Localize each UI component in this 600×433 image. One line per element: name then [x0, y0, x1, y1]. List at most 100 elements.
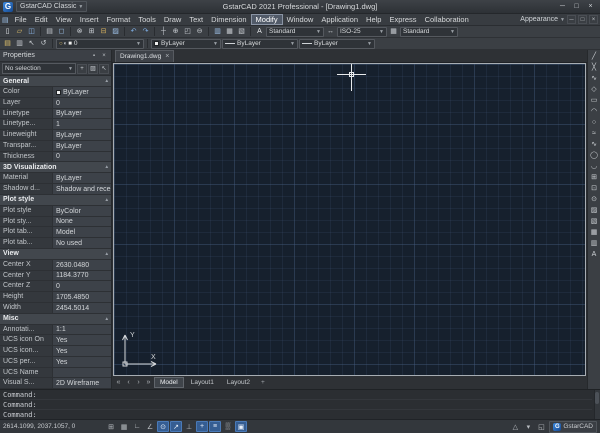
- last-tab-icon[interactable]: »: [144, 379, 153, 386]
- property-row[interactable]: Visual S...2D Wireframe: [0, 378, 111, 389]
- child-close-button[interactable]: ×: [589, 15, 598, 24]
- table-style-combo[interactable]: Standard▼: [400, 27, 458, 37]
- command-line[interactable]: Command:: [3, 410, 592, 420]
- quick-select-icon[interactable]: ▨: [88, 64, 98, 74]
- layer-combo[interactable]: ○◐■ 0 ▼: [56, 39, 144, 49]
- first-tab-icon[interactable]: «: [114, 379, 123, 386]
- menu-item-application[interactable]: Application: [317, 14, 362, 25]
- select-objects-icon[interactable]: ↖: [99, 64, 109, 74]
- polar-toggle[interactable]: ∠: [144, 421, 156, 432]
- menu-item-view[interactable]: View: [52, 14, 76, 25]
- print-icon[interactable]: ▤: [44, 27, 55, 37]
- dim-style-combo[interactable]: ISO-25▼: [337, 27, 387, 37]
- copy-icon[interactable]: ⊞: [86, 27, 97, 37]
- section-header-plot-style[interactable]: Plot style▴: [0, 195, 111, 206]
- property-row[interactable]: ColorByLayer: [0, 87, 111, 98]
- property-row[interactable]: Shadow d...Shadow and rece...: [0, 184, 111, 195]
- osnap-toggle[interactable]: ⊙: [157, 421, 169, 432]
- menu-item-tools[interactable]: Tools: [134, 14, 160, 25]
- cut-icon[interactable]: ⊗: [74, 27, 85, 37]
- pin-icon[interactable]: ▪: [90, 52, 98, 60]
- scrollbar-thumb[interactable]: [595, 392, 599, 404]
- property-row[interactable]: Center X2630.0480: [0, 260, 111, 271]
- menu-item-text[interactable]: Text: [185, 14, 207, 25]
- property-row[interactable]: MaterialByLayer: [0, 173, 111, 184]
- redo-icon[interactable]: ↷: [140, 27, 151, 37]
- spline-icon[interactable]: ∿: [589, 140, 600, 150]
- workspace-switching-icon[interactable]: ▾: [522, 421, 534, 432]
- menu-item-dimension[interactable]: Dimension: [207, 14, 250, 25]
- close-icon[interactable]: ×: [100, 52, 108, 60]
- add-layout-button[interactable]: +: [257, 377, 269, 388]
- zoom-realtime-icon[interactable]: ⊕: [170, 27, 181, 37]
- property-row[interactable]: Plot tab...Model: [0, 227, 111, 238]
- menu-item-edit[interactable]: Edit: [31, 14, 52, 25]
- property-row[interactable]: Annotati...1:1: [0, 325, 111, 336]
- workspace-switcher[interactable]: GstarCAD Classic ▼: [16, 1, 87, 12]
- section-header-misc[interactable]: Misc▴: [0, 314, 111, 325]
- dyn-toggle[interactable]: +: [196, 421, 208, 432]
- table-icon[interactable]: ▥: [589, 239, 600, 249]
- close-button[interactable]: ×: [584, 1, 597, 12]
- property-row[interactable]: LinetypeByLayer: [0, 109, 111, 120]
- property-row[interactable]: Height1705.4850: [0, 292, 111, 303]
- region-icon[interactable]: ▦: [589, 228, 600, 238]
- property-row[interactable]: Plot sty...None: [0, 217, 111, 228]
- transparency-toggle[interactable]: ▒: [222, 421, 234, 432]
- property-row[interactable]: Width2454.5014: [0, 303, 111, 314]
- new-icon[interactable]: ▯: [2, 27, 13, 37]
- text-style-combo[interactable]: Standard▼: [266, 27, 324, 37]
- print-preview-icon[interactable]: ◻: [56, 27, 67, 37]
- dim-style-icon[interactable]: ↔: [325, 27, 336, 37]
- insert-block-icon[interactable]: ⊞: [589, 173, 600, 183]
- layer-previous-icon[interactable]: ↺: [38, 39, 49, 49]
- multiline-text-icon[interactable]: A: [589, 250, 600, 260]
- zoom-window-icon[interactable]: ◰: [182, 27, 193, 37]
- paste-icon[interactable]: ⊟: [98, 27, 109, 37]
- line-icon[interactable]: ╱: [589, 52, 600, 62]
- menu-item-modify[interactable]: Modify: [251, 14, 283, 25]
- color-combo[interactable]: ByLayer ▼: [151, 39, 221, 49]
- close-tab-icon[interactable]: ×: [165, 53, 169, 60]
- point-icon[interactable]: ⊙: [589, 195, 600, 205]
- menu-item-file[interactable]: File: [11, 14, 31, 25]
- rectangle-icon[interactable]: ▭: [589, 96, 600, 106]
- appearance-menu[interactable]: Appearance: [520, 16, 558, 23]
- make-object-layer-current-icon[interactable]: ↖: [26, 39, 37, 49]
- property-row[interactable]: Center Z0: [0, 281, 111, 292]
- tab-layout2[interactable]: Layout2: [221, 377, 256, 388]
- ellipse-icon[interactable]: ◯: [589, 151, 600, 161]
- hatch-icon[interactable]: ▨: [589, 206, 600, 216]
- command-scrollbar[interactable]: [594, 390, 600, 419]
- circle-icon[interactable]: ○: [589, 118, 600, 128]
- clean-screen-icon[interactable]: ◱: [535, 421, 547, 432]
- properties-palette-icon[interactable]: ▥: [212, 27, 223, 37]
- revision-cloud-icon[interactable]: ≈: [589, 129, 600, 139]
- annotation-visibility-icon[interactable]: △: [509, 421, 521, 432]
- grid-toggle[interactable]: ▦: [118, 421, 130, 432]
- construction-line-icon[interactable]: ╳: [589, 63, 600, 73]
- match-properties-icon[interactable]: ▨: [110, 27, 121, 37]
- section-header-general[interactable]: General▴: [0, 76, 111, 87]
- snap-toggle[interactable]: ⊞: [105, 421, 117, 432]
- tab-model[interactable]: Model: [154, 377, 184, 388]
- property-row[interactable]: Transpar...ByLayer: [0, 141, 111, 152]
- tab-layout1[interactable]: Layout1: [185, 377, 220, 388]
- property-row[interactable]: UCS icon OnYes: [0, 335, 111, 346]
- linetype-combo[interactable]: ByLayer ▼: [222, 39, 298, 49]
- model-space-toggle[interactable]: ▣: [235, 421, 247, 432]
- menu-item-express[interactable]: Express: [385, 14, 420, 25]
- tool-palettes-icon[interactable]: ▧: [236, 27, 247, 37]
- child-minimize-button[interactable]: ─: [567, 15, 576, 24]
- undo-icon[interactable]: ↶: [128, 27, 139, 37]
- prev-tab-icon[interactable]: ‹: [124, 379, 133, 386]
- text-style-icon[interactable]: A: [254, 27, 265, 37]
- menu-item-draw[interactable]: Draw: [160, 14, 186, 25]
- next-tab-icon[interactable]: ›: [134, 379, 143, 386]
- property-row[interactable]: LineweightByLayer: [0, 130, 111, 141]
- polygon-icon[interactable]: ◇: [589, 85, 600, 95]
- tab-drawing1[interactable]: Drawing1.dwg ×: [115, 50, 174, 62]
- layer-states-icon[interactable]: ▥: [14, 39, 25, 49]
- property-row[interactable]: UCS icon...Yes: [0, 346, 111, 357]
- polyline-icon[interactable]: ∿: [589, 74, 600, 84]
